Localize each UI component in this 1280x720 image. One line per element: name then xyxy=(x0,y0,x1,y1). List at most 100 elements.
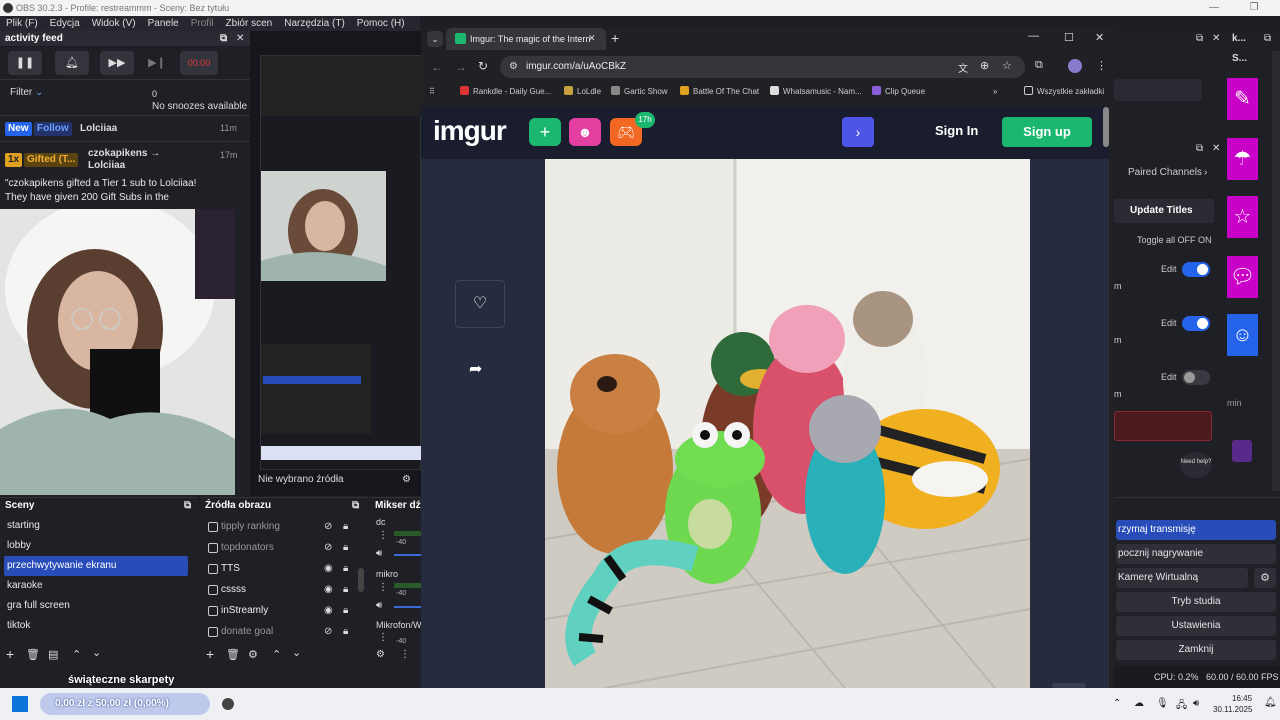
studio-mode-button[interactable]: Tryb studia xyxy=(1116,592,1276,612)
start-recording-button[interactable]: pocznij nagrywanie xyxy=(1116,544,1276,564)
source-item[interactable]: tipply ranking ⊘ 🔒︎ xyxy=(208,517,358,537)
channel-toggle[interactable] xyxy=(1182,370,1210,385)
virtual-camera-button[interactable]: Kamerę Wirtualną xyxy=(1116,568,1248,588)
toggle-all-on[interactable]: ON xyxy=(1198,235,1212,245)
more-icon[interactable]: ⋮ xyxy=(400,649,410,660)
eye-icon[interactable]: ◉ xyxy=(324,601,333,621)
move-down-icon[interactable]: ⌄ xyxy=(292,646,301,659)
crown-icon[interactable] xyxy=(1232,440,1252,462)
add-scene-icon[interactable]: + xyxy=(6,646,14,662)
eye-icon[interactable]: ◉ xyxy=(324,580,333,600)
lock-icon[interactable]: 🔒︎ xyxy=(343,517,348,537)
back-icon[interactable]: ← xyxy=(431,60,443,74)
lock-icon[interactable]: 🔒︎ xyxy=(343,538,348,558)
obs-taskbar-icon[interactable] xyxy=(222,698,234,710)
eye-hidden-icon[interactable]: ⊘ xyxy=(324,517,332,537)
parachute-icon[interactable]: ☂ xyxy=(1227,138,1258,180)
eye-hidden-icon[interactable]: ⊘ xyxy=(324,538,332,558)
skip-button[interactable]: ▶▶ xyxy=(100,51,134,75)
volume-slider[interactable] xyxy=(394,606,421,608)
undock-icon[interactable]: ⧉ xyxy=(1196,33,1203,44)
lock-icon[interactable]: 🔒︎ xyxy=(343,580,348,600)
profile-avatar[interactable] xyxy=(1068,59,1082,73)
move-up-icon[interactable]: ⌃ xyxy=(72,648,81,661)
menu-scene-collection[interactable]: Zbiór scen xyxy=(226,18,273,29)
paired-channels-label[interactable]: Paired Channels xyxy=(1128,167,1202,178)
undock-icon[interactable]: ⧉ xyxy=(184,498,191,514)
source-item[interactable]: cssss ◉ 🔒︎ xyxy=(208,580,358,600)
forward-icon[interactable]: → xyxy=(455,60,467,74)
cloud-icon[interactable]: ☁︎ xyxy=(1134,698,1144,709)
lock-icon[interactable]: 🔒︎ xyxy=(343,622,348,642)
bookmark-item[interactable]: LoLdle xyxy=(564,85,601,99)
scrollbar[interactable] xyxy=(358,568,364,592)
speaker-icon[interactable]: 🔊︎ xyxy=(376,548,382,559)
extensions-icon[interactable]: ⧉ xyxy=(1035,59,1043,72)
bookmark-star-icon[interactable]: ☆ xyxy=(1002,59,1012,72)
gear-icon[interactable]: ⚙︎ xyxy=(402,474,411,485)
feed-event[interactable]: New Follow Lolciiaa 11m xyxy=(0,115,250,143)
menu-edit[interactable]: Edycja xyxy=(50,18,80,29)
trash-icon[interactable]: 🗑︎ xyxy=(26,648,40,661)
scrollbar[interactable] xyxy=(1103,107,1109,147)
settings-button[interactable]: Ustawienia xyxy=(1116,616,1276,636)
scene-item[interactable]: gra full screen xyxy=(4,596,188,616)
volume-slider[interactable] xyxy=(394,554,421,556)
undock-icon[interactable]: ⧉ xyxy=(220,31,227,47)
undock-icon[interactable]: ⧉ xyxy=(1264,33,1271,44)
exit-button[interactable]: Zamknij xyxy=(1116,640,1276,660)
edit-link[interactable]: Edit xyxy=(1161,372,1177,382)
undock-icon[interactable]: ⧉ xyxy=(352,498,359,514)
more-bookmarks-icon[interactable]: » xyxy=(993,85,997,99)
scene-item[interactable]: starting xyxy=(4,516,188,536)
tab-search-icon[interactable]: ⌄ xyxy=(427,31,443,47)
lock-icon[interactable]: 🔒︎ xyxy=(343,601,348,621)
speaker-icon[interactable]: 🔊︎ xyxy=(376,600,382,611)
bookmark-item[interactable]: Whatsamusic - Nam... xyxy=(770,85,862,99)
right-dock-input[interactable] xyxy=(1114,79,1202,101)
more-icon[interactable]: ⋮ xyxy=(378,530,388,541)
scene-item[interactable]: lobby xyxy=(4,536,188,556)
move-up-icon[interactable]: ⌃ xyxy=(272,648,281,661)
menu-icon[interactable]: ⋮ xyxy=(1096,59,1107,72)
reload-icon[interactable]: ↻ xyxy=(478,59,488,73)
menu-view[interactable]: Widok (V) xyxy=(92,18,136,29)
address-bar[interactable]: imgur.com/a/uAoCBkZ xyxy=(500,56,1025,78)
site-info-icon[interactable]: ⚙︎ xyxy=(509,61,518,72)
more-icon[interactable]: ⋮ xyxy=(378,582,388,593)
eye-icon[interactable]: ◉ xyxy=(324,559,333,579)
chat-icon[interactable]: 💬︎ xyxy=(1227,256,1258,298)
close-tab-icon[interactable]: ✕ xyxy=(588,33,596,44)
move-down-icon[interactable]: ⌄ xyxy=(92,646,101,659)
need-help-button[interactable]: Need help? xyxy=(1180,452,1212,478)
album-image[interactable] xyxy=(545,159,1030,688)
menu-docks[interactable]: Panele xyxy=(148,18,179,29)
lock-icon[interactable]: 🔒︎ xyxy=(343,559,348,579)
pause-button[interactable]: ❚❚ xyxy=(8,51,42,75)
undock-icon[interactable]: ⧉ xyxy=(1196,143,1203,154)
next-button[interactable]: ▶❙ xyxy=(140,51,174,75)
sign-up-button[interactable]: Sign up xyxy=(1002,117,1092,147)
clock-time[interactable]: 16:45 xyxy=(1232,694,1252,703)
filter-icon[interactable]: ▤ xyxy=(48,648,58,661)
source-item[interactable]: topdonators ⊘ 🔒︎ xyxy=(208,538,358,558)
add-source-icon[interactable]: + xyxy=(206,646,214,662)
scene-item[interactable]: tiktok xyxy=(4,616,188,636)
sign-in-link[interactable]: Sign In xyxy=(935,123,978,138)
scene-item[interactable]: przechwytywanie ekranu xyxy=(4,556,188,576)
volume-icon[interactable]: 🔊︎ xyxy=(1193,698,1199,709)
filter-dropdown[interactable]: Filter ⌄ xyxy=(10,87,43,98)
minimize-button[interactable]: — xyxy=(1194,0,1234,16)
close-window-icon[interactable]: ✕ xyxy=(1095,31,1104,44)
source-item[interactable]: donate goal ⊘ 🔒︎ xyxy=(208,622,358,642)
bookmark-item[interactable]: Battle Of The Chat xyxy=(680,85,759,99)
all-bookmarks[interactable]: Wszystkie zakładki xyxy=(1024,85,1104,99)
share-arrow-icon[interactable]: ➦ xyxy=(469,359,482,379)
windows-start-icon[interactable] xyxy=(12,696,28,712)
more-icon[interactable]: ⋮ xyxy=(378,632,388,643)
source-item[interactable]: TTS ◉ 🔒︎ xyxy=(208,559,358,579)
maximize-button[interactable]: ❐ xyxy=(1234,0,1274,16)
bookmark-item[interactable]: Gartic Show xyxy=(611,85,668,99)
channel-toggle[interactable] xyxy=(1182,316,1210,331)
scrollbar[interactable] xyxy=(1272,51,1280,491)
